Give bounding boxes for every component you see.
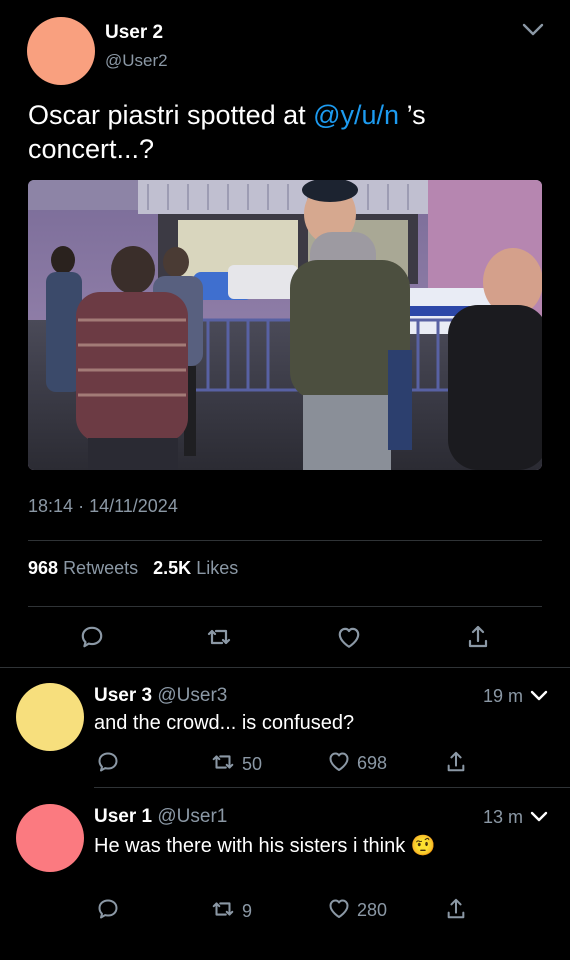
- author-handle[interactable]: @User2: [105, 51, 168, 71]
- retweet-icon: [210, 897, 236, 926]
- author-name[interactable]: User 2: [105, 22, 163, 44]
- reply-button[interactable]: [76, 622, 108, 652]
- tweet-text-part: Oscar piastri spotted at: [28, 100, 314, 130]
- share-icon: [445, 750, 467, 774]
- divider: [28, 540, 542, 541]
- heart-icon: [336, 625, 362, 649]
- reply-author-handle[interactable]: @User3: [157, 685, 227, 706]
- reply-icon: [96, 750, 120, 774]
- like-label: Likes: [196, 558, 239, 578]
- chevron-down-icon[interactable]: [518, 18, 548, 42]
- divider: [28, 606, 542, 607]
- divider: [94, 787, 570, 788]
- retweet-button[interactable]: [203, 622, 235, 652]
- retweet-icon: [210, 750, 236, 779]
- tweet-text: Oscar piastri spotted at @y/u/n ’s conce…: [28, 98, 548, 166]
- reply-author-handle[interactable]: @User1: [157, 806, 227, 827]
- retweet-count: 968: [28, 558, 59, 578]
- reply-text-row: He was there with his sisters i think 🤨: [94, 833, 436, 858]
- reply-text: He was there with his sisters i think: [94, 835, 406, 857]
- reply-time: 13 m: [483, 807, 524, 827]
- reply-button[interactable]: [94, 895, 122, 923]
- chevron-down-icon[interactable]: [528, 807, 550, 827]
- reply-author-name[interactable]: User 3: [94, 685, 152, 706]
- like-count: 280: [357, 900, 388, 920]
- reply-text: and the crowd... is confused?: [94, 712, 355, 734]
- retweet-button[interactable]: 50: [210, 750, 262, 779]
- reply-button[interactable]: [94, 748, 122, 776]
- mention-link[interactable]: @y/u/n: [313, 100, 399, 130]
- retweet-count: 9: [242, 901, 253, 921]
- retweet-label: Retweets: [63, 558, 139, 578]
- tweet-stats: 968 Retweets 2.5K Likes: [28, 558, 238, 579]
- divider: [0, 667, 570, 668]
- share-button[interactable]: [462, 622, 494, 652]
- retweet-icon: [205, 624, 233, 650]
- reply-time: 19 m: [483, 686, 524, 706]
- reply-author-name[interactable]: User 1: [94, 806, 152, 827]
- heart-icon: [327, 897, 351, 924]
- retweet-button[interactable]: 9: [210, 897, 252, 926]
- like-button[interactable]: [333, 622, 365, 652]
- retweets-stat[interactable]: 968 Retweets: [28, 558, 143, 578]
- tweet-photo[interactable]: [28, 180, 542, 470]
- timestamp-separator: ·: [78, 496, 85, 516]
- share-button[interactable]: [443, 895, 469, 923]
- retweet-count: 50: [242, 754, 263, 774]
- tweet-timestamp[interactable]: 18:14 · 14/11/2024: [28, 496, 178, 517]
- likes-stat[interactable]: 2.5K Likes: [153, 558, 238, 578]
- like-count: 698: [357, 753, 388, 773]
- raised-eyebrow-emoji: 🤨: [410, 835, 436, 857]
- like-count: 2.5K: [153, 558, 192, 578]
- reply-icon: [96, 897, 120, 921]
- tweet-time: 18:14: [28, 496, 74, 516]
- like-button[interactable]: 280: [327, 897, 387, 924]
- like-button[interactable]: 698: [327, 750, 387, 777]
- share-button[interactable]: [443, 748, 469, 776]
- avatar[interactable]: [27, 17, 95, 85]
- reply-icon: [79, 624, 105, 650]
- share-icon: [445, 897, 467, 921]
- reply-header: User 1 @User1: [94, 806, 227, 828]
- chevron-down-icon[interactable]: [528, 686, 550, 706]
- heart-icon: [327, 750, 351, 777]
- avatar[interactable]: [16, 804, 84, 872]
- avatar[interactable]: [16, 683, 84, 751]
- share-icon: [466, 624, 490, 650]
- tweet-date: 14/11/2024: [89, 496, 178, 516]
- reply-header: User 3 @User3: [94, 685, 227, 707]
